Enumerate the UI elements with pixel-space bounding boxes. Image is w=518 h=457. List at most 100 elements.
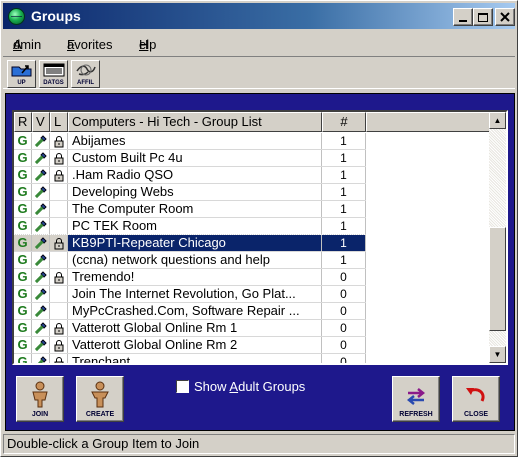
- scroll-up-button[interactable]: ▲: [489, 112, 506, 129]
- groups-panel: R V L Computers - Hi Tech - Group List #…: [5, 93, 515, 431]
- group-row[interactable]: G Abijames 1: [14, 133, 366, 150]
- row-group-name: Join The Internet Revolution, Go Plat...: [68, 286, 322, 303]
- minimize-button[interactable]: [453, 8, 473, 26]
- group-row[interactable]: G .Ham Radio QSO 1: [14, 167, 366, 184]
- row-rating: G: [14, 320, 32, 337]
- groups-window: Groups Admin Favorites Help UP DATGS AFF…: [0, 0, 518, 457]
- datgs-button[interactable]: DATGS: [39, 60, 68, 88]
- up-button[interactable]: UP: [7, 60, 36, 88]
- column-header-count[interactable]: #: [322, 112, 366, 132]
- person-create-icon: [91, 381, 109, 408]
- group-row[interactable]: G Vatterott Global Online Rm 10: [14, 320, 366, 337]
- group-list[interactable]: R V L Computers - Hi Tech - Group List #…: [12, 110, 508, 365]
- group-row[interactable]: G KB9PTI-Repeater Chicago 1: [14, 234, 367, 253]
- row-member-count: 1: [322, 201, 366, 218]
- refresh-label: REFRESH: [399, 411, 433, 418]
- row-rating: G: [14, 354, 32, 363]
- group-row[interactable]: G MyPcCrashed.Com, Software Repair ... 0: [14, 303, 366, 320]
- row-rating: G: [14, 201, 32, 218]
- group-row[interactable]: G Developing Webs 1: [14, 184, 366, 201]
- scroll-down-button[interactable]: ▼: [489, 346, 506, 363]
- list-window-icon: [43, 63, 64, 77]
- refresh-icon: [406, 388, 426, 405]
- row-member-count: 0: [322, 337, 366, 354]
- microphone-icon: [32, 167, 50, 184]
- row-group-name: Vatterott Global Online Rm 2: [68, 337, 322, 354]
- join-button[interactable]: JOIN: [16, 376, 64, 422]
- row-rating: G: [14, 235, 32, 252]
- maximize-icon: [478, 12, 488, 22]
- group-row[interactable]: G The Computer Room 1: [14, 201, 366, 218]
- close-button[interactable]: CLOSE: [452, 376, 500, 422]
- row-member-count: 0: [322, 320, 366, 337]
- lock-empty-cell: [50, 252, 68, 269]
- create-button[interactable]: CREATE: [76, 376, 124, 422]
- row-group-name: The Computer Room: [68, 201, 322, 218]
- group-row[interactable]: G Custom Built Pc 4u 1: [14, 150, 366, 167]
- handshake-icon: [75, 64, 96, 76]
- lock-icon: [50, 150, 68, 167]
- undo-arrow-icon: [466, 388, 485, 402]
- row-rating: G: [14, 286, 32, 303]
- row-group-name: Developing Webs: [68, 184, 322, 201]
- row-group-name: Trenchant: [68, 354, 322, 363]
- column-header-v[interactable]: V: [32, 112, 50, 132]
- row-group-name: Custom Built Pc 4u: [68, 150, 322, 167]
- show-adult-groups-checkbox[interactable]: Show Adult Groups: [176, 379, 305, 394]
- group-row[interactable]: G PC TEK Room 1: [14, 218, 366, 235]
- person-join-icon: [32, 381, 48, 408]
- list-header: R V L Computers - Hi Tech - Group List #: [14, 112, 490, 132]
- lock-empty-cell: [50, 184, 68, 201]
- group-row[interactable]: G (ccna) network questions and help 1: [14, 252, 366, 269]
- menu-admin-label: dmin: [13, 37, 42, 52]
- microphone-icon: [32, 354, 50, 363]
- row-member-count: 1: [322, 252, 366, 269]
- group-row[interactable]: G Vatterott Global Online Rm 20: [14, 337, 366, 354]
- column-header-l[interactable]: L: [50, 112, 68, 132]
- scroll-thumb[interactable]: [489, 227, 506, 331]
- menu-bar: Admin Favorites Help: [3, 31, 515, 53]
- group-row[interactable]: G Tremendo! 0: [14, 269, 366, 286]
- adult-label-accel: A: [229, 379, 239, 394]
- maximize-button[interactable]: [473, 8, 493, 26]
- microphone-icon: [32, 150, 50, 167]
- row-rating: G: [14, 184, 32, 201]
- microphone-icon: [32, 235, 50, 252]
- row-member-count: 0: [322, 286, 366, 303]
- row-member-count: 1: [322, 184, 366, 201]
- close-window-button[interactable]: [495, 8, 515, 26]
- checkbox-box[interactable]: [176, 380, 189, 393]
- row-group-name: MyPcCrashed.Com, Software Repair ...: [68, 303, 322, 320]
- lock-icon: [50, 235, 68, 252]
- title-bar[interactable]: Groups: [3, 3, 515, 29]
- lock-icon: [50, 133, 68, 150]
- refresh-button[interactable]: REFRESH: [392, 376, 440, 422]
- lock-empty-cell: [50, 218, 68, 235]
- row-member-count: 0: [322, 269, 366, 286]
- lock-icon: [50, 337, 68, 354]
- menu-help-label: elp: [139, 37, 157, 52]
- affil-button[interactable]: AFFIL: [71, 60, 100, 88]
- adult-label-prefix: Show: [194, 379, 230, 394]
- row-group-name: KB9PTI-Repeater Chicago: [68, 235, 322, 252]
- create-label: CREATE: [85, 411, 115, 418]
- minimize-icon: [459, 20, 467, 22]
- datgs-label: DATGS: [43, 80, 64, 86]
- row-member-count: 1: [322, 150, 366, 167]
- row-rating: G: [14, 167, 32, 184]
- group-row[interactable]: G Trenchant 0: [14, 354, 366, 363]
- column-header-name[interactable]: Computers - Hi Tech - Group List: [68, 112, 322, 132]
- microphone-icon: [32, 303, 50, 320]
- lock-empty-cell: [50, 286, 68, 303]
- list-scrollbar[interactable]: ▲ ▼: [489, 112, 506, 363]
- column-header-r[interactable]: R: [14, 112, 32, 132]
- lock-icon: [50, 320, 68, 337]
- close-icon: [500, 12, 510, 22]
- row-rating: G: [14, 133, 32, 150]
- lock-empty-cell: [50, 201, 68, 218]
- microphone-icon: [32, 133, 50, 150]
- group-row[interactable]: G Join The Internet Revolution, Go Plat..…: [14, 286, 366, 303]
- microphone-icon: [32, 286, 50, 303]
- up-label: UP: [17, 80, 26, 86]
- globe-icon: [8, 8, 25, 25]
